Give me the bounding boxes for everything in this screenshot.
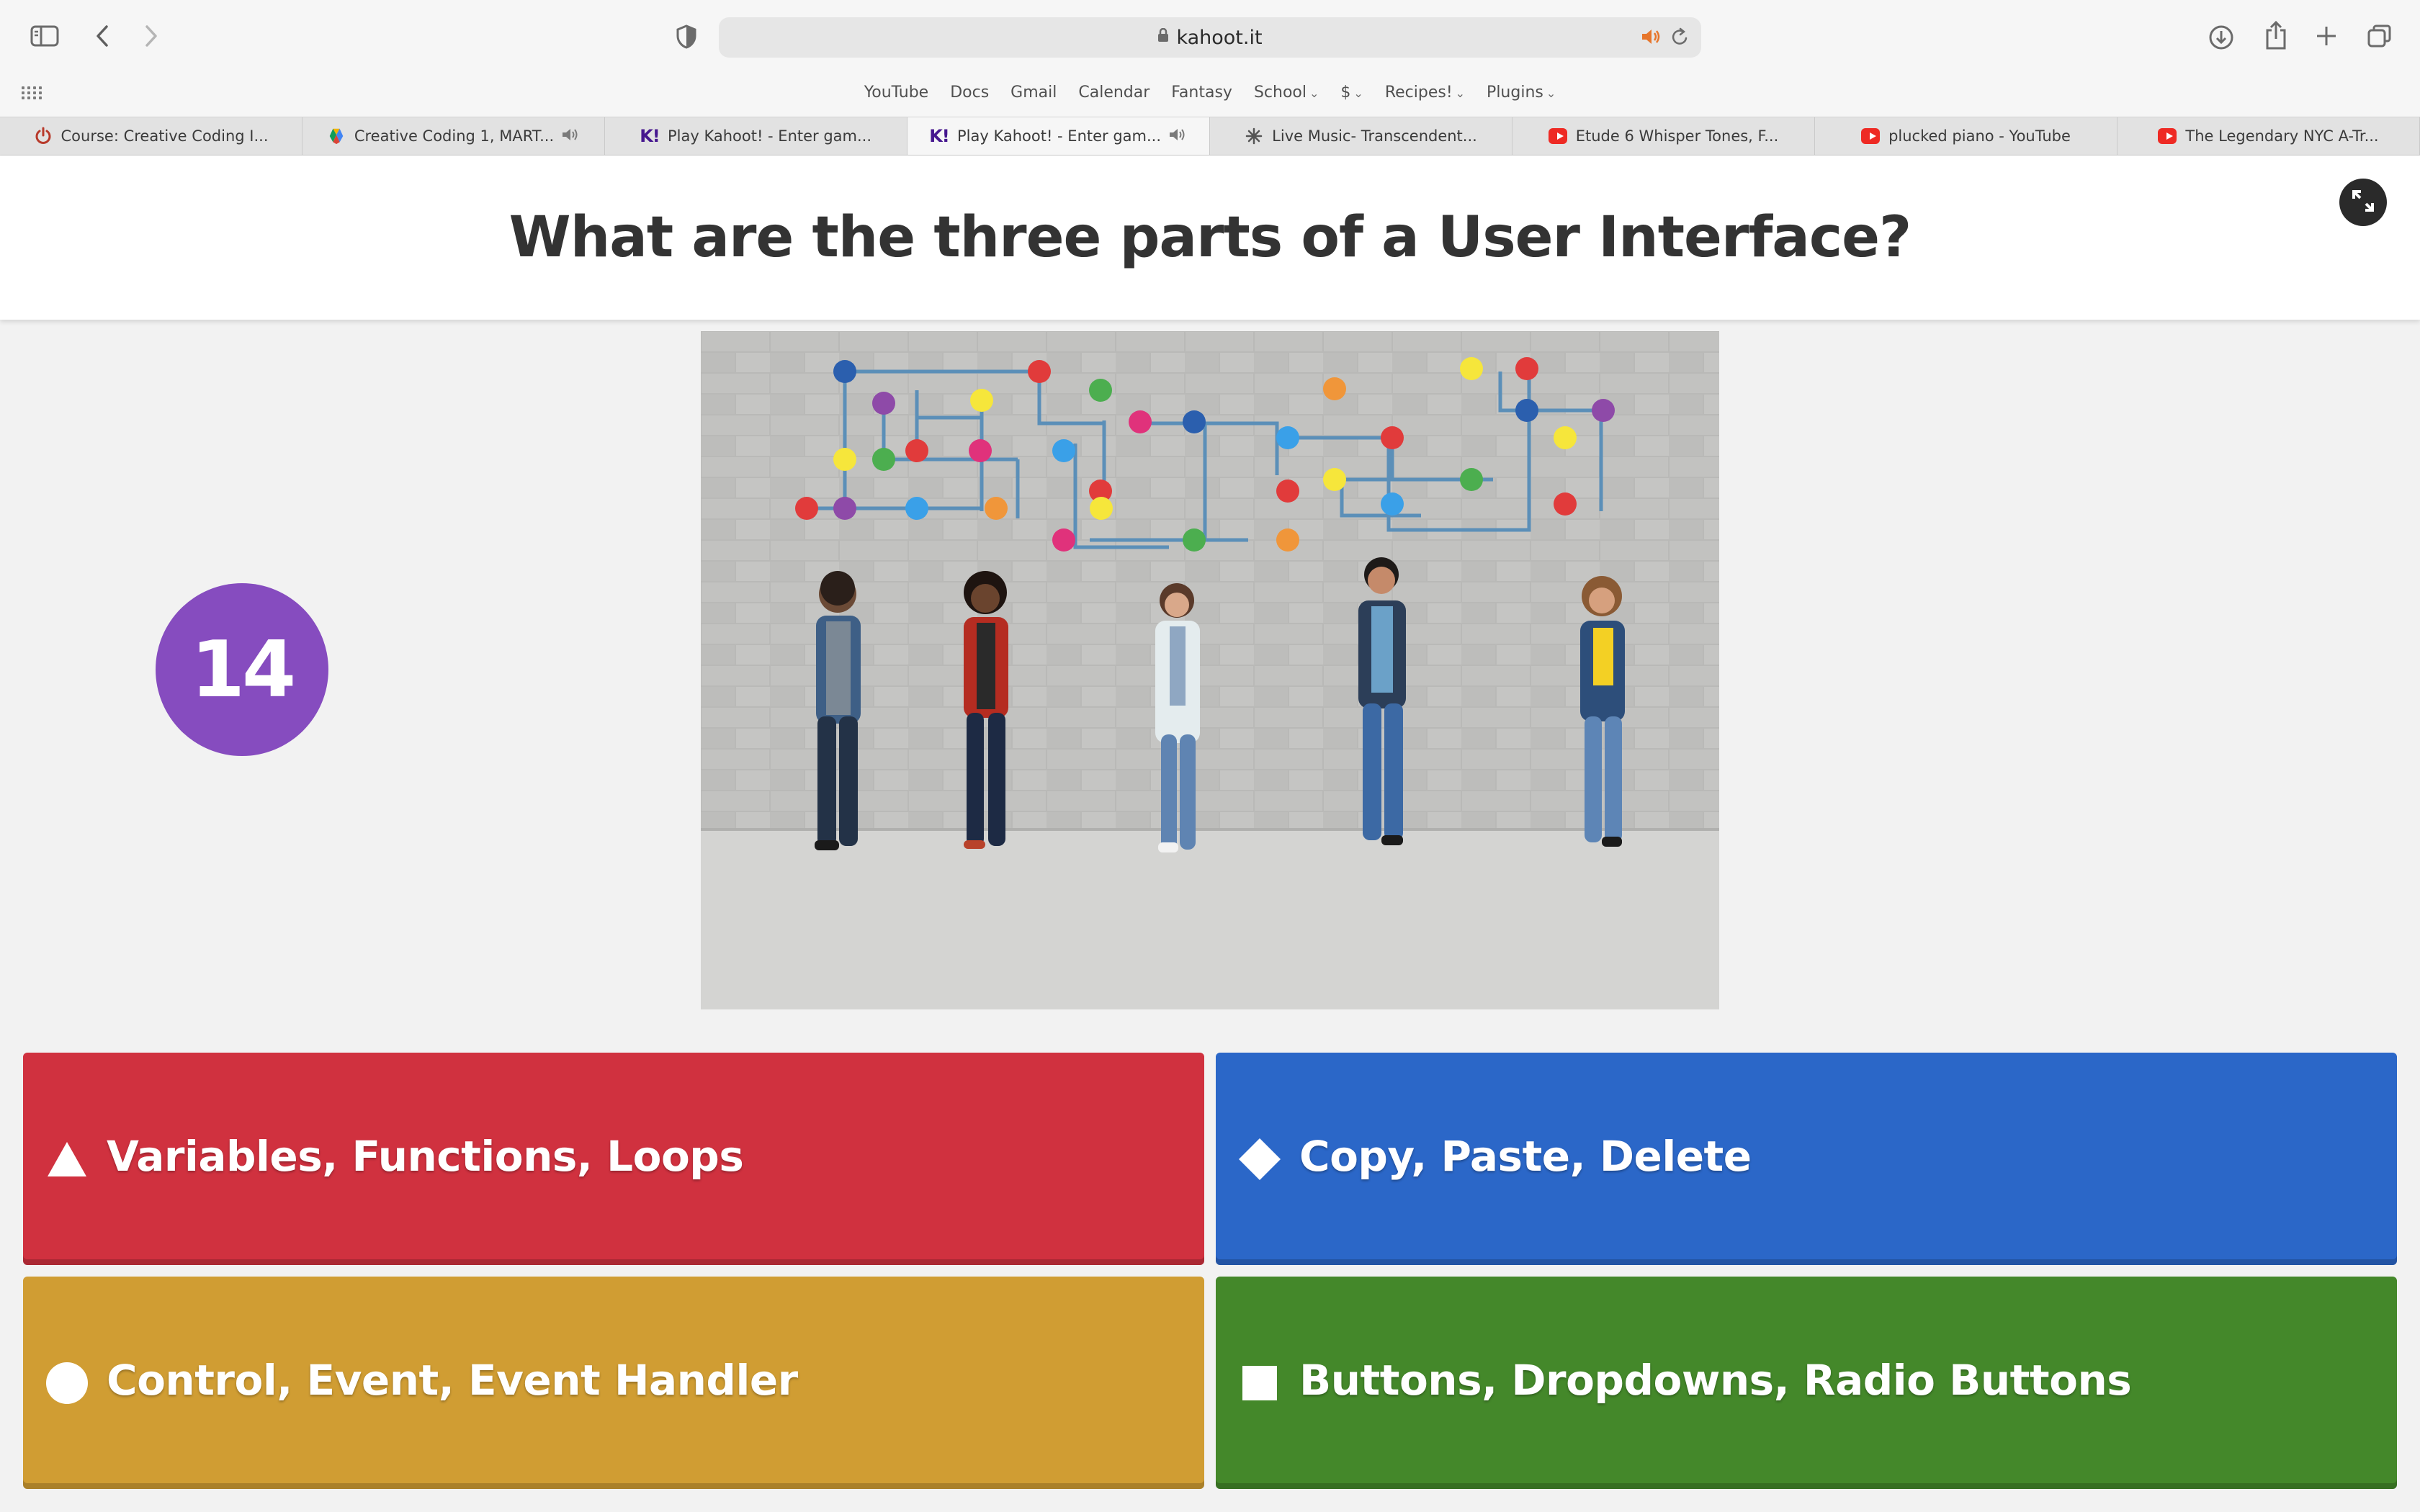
tab-title: Creative Coding 1, MART... [354, 127, 555, 145]
chevron-down-icon: ⌄ [1309, 86, 1319, 100]
countdown-timer: 14 [156, 583, 328, 756]
tab-overview-icon[interactable] [2365, 22, 2394, 50]
tab-title: Play Kahoot! - Enter gam... [956, 127, 1162, 145]
downloads-icon[interactable] [2207, 23, 2236, 52]
new-tab-icon[interactable] [2313, 23, 2339, 49]
lock-icon [1157, 27, 1169, 47]
answer-label: Variables, Functions, Loops [107, 1131, 744, 1181]
favorite-folder-recipes[interactable]: Recipes! ⌄ [1385, 84, 1465, 102]
favorite-youtube[interactable]: YouTube [864, 84, 928, 102]
favorite-gmail[interactable]: Gmail [1010, 84, 1057, 102]
question-header: What are the three parts of a User Inter… [0, 156, 2420, 320]
browser-tab[interactable]: plucked piano - YouTube [1815, 117, 2118, 155]
speaker-icon[interactable] [1168, 127, 1187, 146]
back-icon[interactable] [89, 22, 115, 50]
browser-tab[interactable]: K! Play Kahoot! - Enter gam... [605, 117, 908, 155]
favorites-bar: YouTube Docs Gmail Calendar Fantasy Scho… [0, 73, 2420, 117]
answer-label: Control, Event, Event Handler [107, 1355, 798, 1405]
reload-icon[interactable] [1671, 27, 1690, 52]
circle-icon [45, 1361, 89, 1405]
answer-blue-button[interactable]: Copy, Paste, Delete [1216, 1053, 2397, 1265]
kahoot-icon: K! [929, 126, 950, 146]
chevron-down-icon: ⌄ [1546, 86, 1556, 100]
question-title: What are the three parts of a User Inter… [508, 205, 1912, 270]
forward-icon[interactable] [138, 22, 164, 50]
tab-title: Etude 6 Whisper Tones, F... [1575, 127, 1779, 145]
browser-toolbar: kahoot.it [0, 0, 2420, 73]
favorite-calendar[interactable]: Calendar [1078, 84, 1150, 102]
answer-green-button[interactable]: Buttons, Dropdowns, Radio Buttons [1216, 1277, 2397, 1489]
tab-title: Live Music- Transcendent... [1272, 127, 1477, 145]
tab-title: Course: Creative Coding I... [60, 127, 269, 145]
diamond-icon [1237, 1137, 1282, 1182]
sidebar-toggle-icon[interactable] [29, 23, 60, 49]
favorite-folder-plugins[interactable]: Plugins ⌄ [1487, 84, 1556, 102]
tab-title: The Legendary NYC A-Tr... [2185, 127, 2379, 145]
answer-red-button[interactable]: Variables, Functions, Loops [23, 1053, 1204, 1265]
favorite-docs[interactable]: Docs [950, 84, 989, 102]
tab-title: Play Kahoot! - Enter gam... [667, 127, 872, 145]
speaker-icon[interactable] [1641, 27, 1662, 51]
youtube-icon [1861, 127, 1881, 145]
chevron-down-icon: ⌄ [1353, 86, 1363, 100]
fullscreen-icon [2351, 189, 2375, 216]
tab-title: plucked piano - YouTube [1888, 127, 2071, 145]
drive-icon [327, 127, 346, 145]
browser-tab[interactable]: Course: Creative Coding I... [0, 117, 302, 155]
answer-yellow-button[interactable]: Control, Event, Event Handler [23, 1277, 1204, 1489]
people-with-phones-network-icon [701, 331, 1719, 1009]
youtube-icon [2158, 127, 2177, 145]
question-image [701, 331, 1719, 1009]
power-icon [34, 127, 53, 145]
address-bar[interactable]: kahoot.it [719, 17, 1701, 58]
address-text: kahoot.it [1176, 26, 1263, 49]
favorite-folder-school[interactable]: School ⌄ [1254, 84, 1319, 102]
youtube-icon [1548, 127, 1567, 145]
answer-label: Copy, Paste, Delete [1299, 1131, 1752, 1181]
fullscreen-button[interactable] [2339, 179, 2387, 226]
browser-tab[interactable]: Live Music- Transcendent... [1210, 117, 1512, 155]
triangle-icon [45, 1137, 89, 1182]
favorite-fantasy[interactable]: Fantasy [1171, 84, 1232, 102]
browser-tab[interactable]: Creative Coding 1, MART... [302, 117, 605, 155]
privacy-shield-icon[interactable] [674, 23, 699, 50]
chevron-down-icon: ⌄ [1455, 86, 1466, 100]
square-icon [1237, 1361, 1282, 1405]
browser-tab[interactable]: Etude 6 Whisper Tones, F... [1512, 117, 1815, 155]
favorite-folder-label: School [1253, 84, 1307, 102]
browser-tab[interactable]: The Legendary NYC A-Tr... [2118, 117, 2420, 155]
speaker-icon[interactable] [561, 127, 580, 146]
kahoot-icon: K! [640, 126, 660, 146]
favorite-folder-money[interactable]: $ ⌄ [1340, 84, 1363, 102]
favorite-folder-label: Recipes! [1384, 84, 1453, 102]
favorite-folder-label: Plugins [1487, 84, 1543, 102]
share-icon[interactable] [2262, 19, 2290, 52]
tab-bar: Course: Creative Coding I... Creative Co… [0, 117, 2420, 156]
spark-icon [1245, 127, 1263, 145]
browser-tab-active[interactable]: K! Play Kahoot! - Enter gam... [908, 117, 1210, 155]
answer-label: Buttons, Dropdowns, Radio Buttons [1299, 1355, 2132, 1405]
favorite-folder-label: $ [1340, 84, 1351, 102]
